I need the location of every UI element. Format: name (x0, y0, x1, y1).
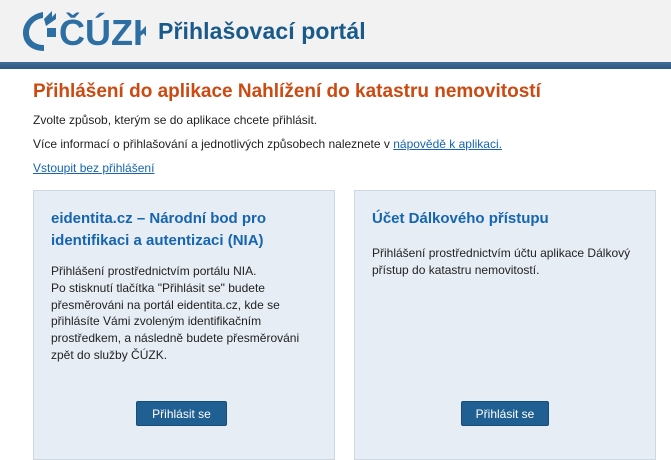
intro-text: Zvolte způsob, kterým se do aplikace chc… (33, 113, 318, 127)
logo-text: ČÚZK (59, 11, 146, 53)
nia-card-title: eidentita.cz – Národní bod pro identifik… (51, 210, 267, 249)
help-link[interactable]: nápovědě k aplikaci. (393, 137, 502, 151)
remote-access-login-button[interactable]: Přihlásit se (461, 401, 549, 426)
header-stripe (0, 62, 671, 69)
page-title: Přihlášení do aplikace Nahlížení do kata… (33, 81, 541, 102)
nia-card-text: Přihlášení prostřednictvím portálu NIA. P… (51, 264, 300, 362)
cuzk-logo[interactable]: ČÚZK (21, 8, 146, 54)
guest-login-link[interactable]: Vstoupit bez přihlášení (33, 161, 154, 175)
remote-access-card-text: Přihlášení prostřednictvím účtu aplikace… (372, 246, 631, 277)
nia-login-button[interactable]: Přihlásit se (136, 401, 227, 426)
header-bar: ČÚZK Přihlašovací portál (0, 0, 671, 62)
remote-access-card-title: Účet Dálkového přístupu (372, 210, 549, 227)
cuzk-emblem-icon: ČÚZK (23, 11, 146, 53)
guest-entry: Vstoupit bez přihlášení (33, 161, 154, 175)
info-text: Více informací o přihlašování a jednotli… (33, 137, 502, 151)
remote-access-login-card: Účet Dálkového přístupu Přihlášení prost… (354, 190, 656, 460)
portal-title: Přihlašovací portál (158, 18, 366, 44)
nia-login-card: eidentita.cz – Národní bod pro identifik… (33, 190, 335, 460)
info-text-prefix: Více informací o přihlašování a jednotli… (33, 137, 394, 151)
